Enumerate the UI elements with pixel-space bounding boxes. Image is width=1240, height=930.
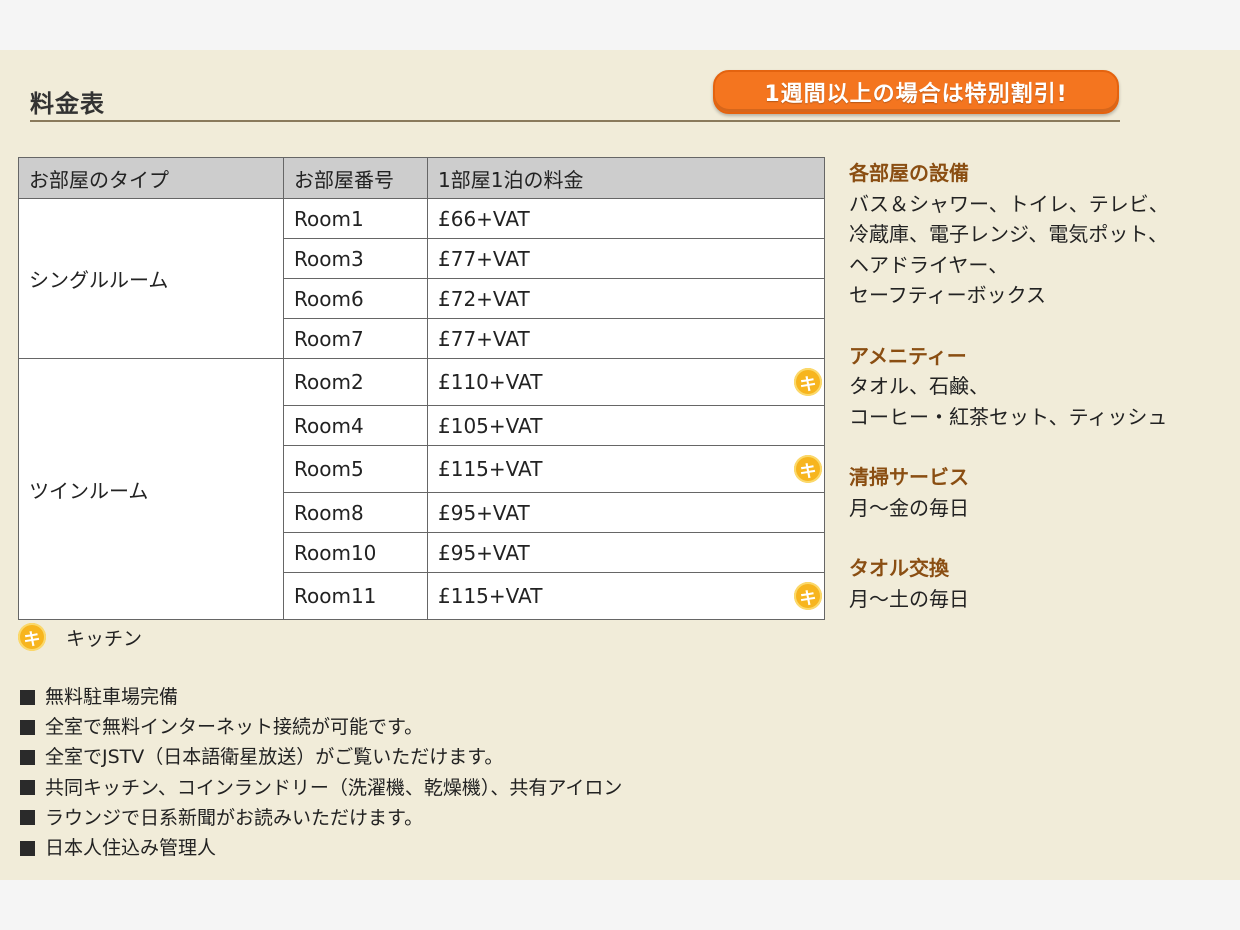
room-number-cell: Room4 [283, 405, 428, 446]
table-row: ツインルーム Room2 £110+VAT キ [18, 358, 825, 620]
note-text: ラウンジで日系新聞がお読みいただけます。 [45, 806, 424, 829]
kitchen-icon: キ [18, 623, 46, 651]
list-item: 共同キッチン、コインランドリー（洗濯機、乾燥機）、共有アイロン [20, 773, 622, 803]
room-number-cell: Room6 [283, 278, 428, 319]
room-number-cell: Room10 [283, 532, 428, 573]
list-item: 日本人住込み管理人 [20, 833, 622, 863]
room-features-sidebar: 各部屋の設備 バス＆シャワー、トイレ、テレビ、 冷蔵庫、電子レンジ、電気ポット、… [849, 158, 1229, 644]
feature-line: タオル、石鹸、 [849, 374, 989, 398]
feature-heading: アメニティー [849, 343, 967, 368]
price-cell: £95+VAT [427, 532, 825, 573]
note-text: 日本人住込み管理人 [45, 837, 217, 860]
price-text: £110+VAT [438, 370, 543, 394]
rates-panel: 料金表 1週間以上の場合は特別割引! お部屋のタイプ お部屋番号 1部屋1泊の料… [0, 50, 1240, 880]
rate-table: お部屋のタイプ お部屋番号 1部屋1泊の料金 シングルルーム Room1 £66… [18, 157, 825, 620]
feature-group-cleaning: 清掃サービス 月～金の毎日 [849, 462, 1229, 523]
price-cell: £110+VAT キ [427, 358, 825, 406]
promo-banner[interactable]: 1週間以上の場合は特別割引! [713, 70, 1119, 114]
feature-line: 冷蔵庫、電子レンジ、電気ポット、 [849, 222, 1168, 246]
price-cell: £72+VAT [427, 278, 825, 319]
feature-line: コーヒー・紅茶セット、ティッシュ [849, 404, 1168, 429]
room-number-cell: Room8 [283, 492, 428, 533]
room-type-cell: ツインルーム [18, 358, 284, 620]
price-cell: £115+VAT キ [427, 572, 825, 620]
amenity-notes-list: 無料駐車場完備 全室で無料インターネット接続が可能です。 全室でJSTV（日本語… [20, 682, 622, 863]
kitchen-icon: キ [794, 368, 822, 396]
price-cell: £66+VAT [427, 198, 825, 239]
feature-line: ヘアドライヤー、 [849, 252, 1009, 277]
list-item: 無料駐車場完備 [20, 682, 622, 712]
room-number-cell: Room3 [283, 238, 428, 279]
feature-heading: 各部屋の設備 [849, 161, 969, 185]
price-cell: £95+VAT [427, 492, 825, 533]
price-text: £115+VAT [438, 584, 543, 608]
note-text: 共同キッチン、コインランドリー（洗濯機、乾燥機）、共有アイロン [45, 776, 623, 799]
feature-heading: タオル交換 [849, 556, 949, 580]
feature-heading: 清掃サービス [849, 465, 969, 489]
feature-group-equipment: 各部屋の設備 バス＆シャワー、トイレ、テレビ、 冷蔵庫、電子レンジ、電気ポット、… [849, 158, 1229, 311]
header-room-number: お部屋番号 [283, 157, 428, 199]
header-room-type: お部屋のタイプ [18, 157, 284, 199]
header-nightly-rate: 1部屋1泊の料金 [427, 157, 825, 199]
price-text: £115+VAT [438, 457, 543, 481]
note-text: 全室でJSTV（日本語衛星放送）がご覧いただけます。 [45, 746, 504, 769]
bullet-square-icon [20, 719, 35, 735]
note-text: 全室で無料インターネット接続が可能です。 [45, 716, 424, 739]
table-row: シングルルーム Room1 £66+VAT [18, 198, 825, 359]
price-cell: £105+VAT [427, 405, 825, 446]
room-number-cell: Room1 [283, 198, 428, 239]
room-type-cell: シングルルーム [18, 198, 284, 359]
price-cell: £115+VAT キ [427, 445, 825, 493]
room-number-cell: Room2 [283, 358, 428, 406]
feature-group-amenities: アメニティー タオル、石鹸、 コーヒー・紅茶セット、ティッシュ [849, 341, 1229, 433]
bullet-square-icon [20, 750, 35, 765]
feature-line: 月～土の毎日 [849, 586, 969, 611]
table-header-row: お部屋のタイプ お部屋番号 1部屋1泊の料金 [18, 157, 825, 199]
bullet-square-icon [20, 840, 35, 856]
price-cell: £77+VAT [427, 238, 825, 279]
bullet-square-icon [20, 689, 35, 705]
bullet-square-icon [20, 810, 35, 826]
list-item: 全室で無料インターネット接続が可能です。 [20, 712, 622, 742]
room-number-cell: Room11 [283, 572, 428, 620]
price-cell: £77+VAT [427, 318, 825, 359]
room-number-cell: Room5 [283, 445, 428, 493]
title-divider [30, 120, 1120, 122]
feature-line: 月～金の毎日 [849, 495, 969, 520]
kitchen-icon: キ [794, 582, 822, 610]
feature-line: バス＆シャワー、トイレ、テレビ、 [849, 191, 1169, 216]
bullet-square-icon [20, 780, 35, 796]
list-item: ラウンジで日系新聞がお読みいただけます。 [20, 803, 622, 833]
feature-group-towels: タオル交換 月～土の毎日 [849, 553, 1229, 614]
list-item: 全室でJSTV（日本語衛星放送）がご覧いただけます。 [20, 742, 622, 772]
kitchen-icon: キ [794, 455, 822, 483]
room-number-cell: Room7 [283, 318, 428, 359]
note-text: 無料駐車場完備 [45, 686, 179, 708]
legend-label: キッチン [66, 627, 143, 650]
page-title: 料金表 [30, 90, 105, 118]
kitchen-legend: キ キッチン [18, 623, 142, 651]
feature-line: セーフティーボックス [849, 283, 1046, 307]
